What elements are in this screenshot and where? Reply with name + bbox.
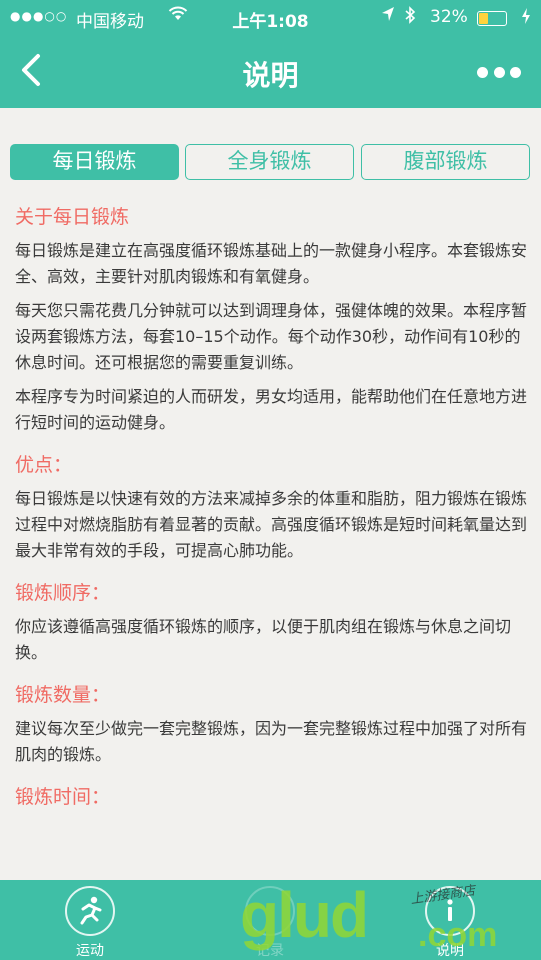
- page-title: 说明: [242, 59, 299, 92]
- chevron-left-icon: [22, 54, 40, 86]
- tabbar-item-exercise[interactable]: 运动: [40, 886, 140, 960]
- tabbar-item-record[interactable]: 记录: [220, 886, 320, 960]
- paragraph: 每天您只需花费几分钟就可以达到调理身体，强健体魄的效果。本程序暂设两套锻炼方法，…: [15, 301, 528, 372]
- paragraph: 建议每次至少做完一套完整锻炼，因为一套完整锻炼过程中加强了对所有肌肉的锻炼。: [15, 719, 528, 764]
- segment-tabs: 每日锻炼 全身锻炼 腹部锻炼: [10, 144, 530, 180]
- section-heading-time: 锻炼时间：: [15, 786, 111, 808]
- location-arrow-icon: [381, 6, 395, 26]
- more-options-button[interactable]: [477, 60, 521, 84]
- main-content[interactable]: 每日锻炼 全身锻炼 腹部锻炼 关于每日锻炼 每日锻炼是建立在高强度循环锻炼基础上…: [0, 108, 541, 880]
- more-dot-icon: [477, 66, 488, 78]
- tabbar-label: 记录: [256, 943, 284, 959]
- battery-percent: 32%: [430, 7, 468, 27]
- paragraph: 你应该遵循高强度循环锻炼的顺序，以便于肌肉组在锻炼与休息之间切换。: [15, 617, 512, 662]
- tabbar-label: 说明: [436, 943, 464, 959]
- nav-bar: 说明: [0, 36, 541, 108]
- bluetooth-icon: [404, 6, 416, 28]
- tab-full-body[interactable]: 全身锻炼: [185, 144, 354, 180]
- paragraph: 本程序专为时间紧迫的人而研发，男女均适用，能帮助他们在任意地方进行短时间的运动健…: [15, 387, 528, 432]
- section-heading-about: 关于每日锻炼: [15, 206, 130, 228]
- paragraph: 每日锻炼是以快速有效的方法来减掉多余的体重和脂肪，阻力锻炼在锻炼过程中对燃烧脂肪…: [15, 489, 528, 560]
- article: 关于每日锻炼 每日锻炼是建立在高强度循环锻炼基础上的一款健身小程序。本套锻炼安全…: [15, 204, 527, 818]
- battery-icon: [477, 11, 507, 26]
- more-dot-icon: [493, 66, 505, 78]
- tab-daily[interactable]: 每日锻炼: [10, 144, 179, 180]
- info-icon: [425, 886, 475, 936]
- paragraph: 每日锻炼是建立在高强度循环锻炼基础上的一款健身小程序。本套锻炼安全、高效，主要针…: [15, 241, 528, 286]
- tab-abs[interactable]: 腹部锻炼: [361, 144, 530, 180]
- section-heading-advantages: 优点：: [15, 454, 73, 476]
- section-heading-count: 锻炼数量：: [15, 684, 111, 706]
- charging-icon: [521, 7, 531, 29]
- section-heading-order: 锻炼顺序：: [15, 582, 111, 604]
- tabbar-label: 运动: [76, 943, 104, 959]
- more-dot-icon: [510, 66, 521, 78]
- tabbar-item-info[interactable]: 说明: [400, 886, 500, 960]
- runner-icon: [65, 886, 115, 936]
- bottom-tab-bar: 运动 记录 说明: [0, 880, 541, 960]
- back-button[interactable]: [14, 48, 54, 92]
- battery-fill: [479, 13, 488, 24]
- status-bar: ●●●○○ 中国移动 上午1:08 32%: [0, 0, 541, 36]
- record-icon: [245, 886, 295, 936]
